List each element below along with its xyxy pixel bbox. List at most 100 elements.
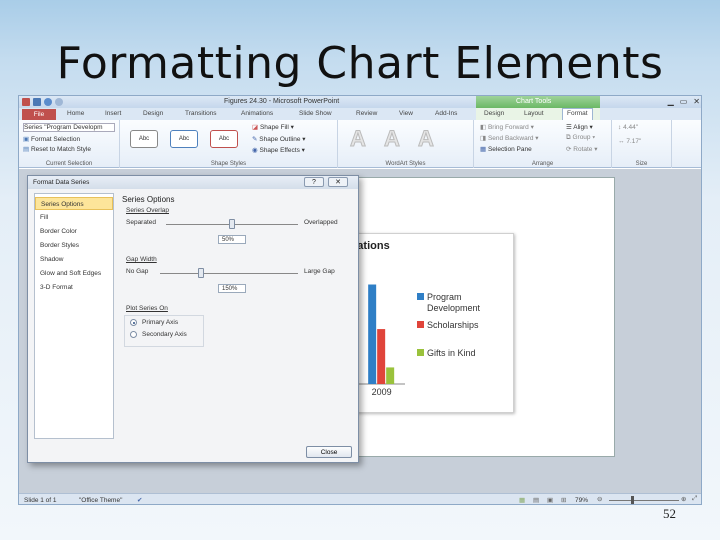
category-glow-soft-edges[interactable]: Glow and Soft Edges: [35, 267, 113, 280]
group-icon: ⧉: [566, 134, 571, 141]
tab-chart-design[interactable]: Design: [484, 110, 504, 117]
undo-icon[interactable]: [44, 98, 52, 106]
series-overlap-label: Series Overlap: [126, 207, 169, 214]
shape-effects-button[interactable]: ◉ Shape Effects ▾: [252, 146, 305, 154]
secondary-axis-radio[interactable]: [130, 331, 137, 338]
shape-style-preset-2[interactable]: Abc: [170, 130, 198, 148]
chart-element-dropdown[interactable]: Series "Program Developm: [23, 123, 115, 132]
bar-2009-2[interactable]: [386, 367, 395, 384]
window-title: Figures 24.30 - Microsoft PowerPoint: [224, 98, 340, 105]
spell-check-icon[interactable]: ✔: [137, 496, 142, 504]
status-bar: Slide 1 of 1 "Office Theme" ✔ ▦ ▤ ▣ ⊞ 79…: [19, 493, 701, 504]
tab-home[interactable]: Home: [67, 110, 84, 117]
align-button[interactable]: ☰ Align ▾: [566, 123, 593, 131]
tab-file[interactable]: File: [22, 109, 56, 120]
gap-width-slider-handle[interactable]: [198, 268, 205, 278]
bring-forward-button[interactable]: ◧ Bring Forward ▾: [480, 123, 534, 131]
shape-style-preset-1[interactable]: Abc: [130, 130, 158, 148]
wordart-styles-label: WordArt Styles: [385, 161, 426, 167]
normal-view-icon[interactable]: ▦: [519, 496, 525, 504]
dialog-help-button[interactable]: ?: [304, 177, 324, 187]
fit-to-window-icon[interactable]: ⤢: [692, 495, 697, 503]
dialog-category-list: Series Options Fill Border Color Border …: [34, 193, 114, 439]
format-selection-button[interactable]: ▣ Format Selection: [23, 135, 80, 143]
current-selection-label: Current Selection: [45, 161, 93, 167]
wordart-style-2[interactable]: A: [384, 126, 401, 152]
dialog-close-button[interactable]: Close: [306, 446, 352, 458]
gap-width-value-field[interactable]: 150%: [218, 284, 246, 293]
tab-view[interactable]: View: [399, 110, 413, 117]
slide-title: Formatting Chart Elements: [56, 38, 664, 89]
legend-swatch: [417, 293, 424, 300]
current-selection-group: Series "Program Developm ▣ Format Select…: [19, 120, 120, 168]
gap-slider-track[interactable]: [160, 273, 298, 274]
wordart-styles-group: A A A WordArt Styles: [338, 120, 474, 168]
reset-icon: ▤: [23, 146, 30, 153]
zoom-slider[interactable]: [609, 500, 679, 501]
secondary-axis-label: Secondary Axis: [142, 331, 187, 338]
category-shadow[interactable]: Shadow: [35, 253, 113, 266]
shape-outline-button[interactable]: ✎ Shape Outline ▾: [252, 135, 306, 143]
rotate-button[interactable]: ⟳ Rotate ▾: [566, 145, 598, 153]
wordart-style-3[interactable]: A: [418, 126, 435, 152]
rotate-icon: ⟳: [566, 146, 572, 153]
overlap-left-label: Separated: [126, 219, 156, 226]
overlap-slider-handle[interactable]: [229, 219, 235, 229]
window-titlebar: Figures 24.30 - Microsoft PowerPoint Cha…: [19, 96, 701, 108]
send-backward-button[interactable]: ◨ Send Backward ▾: [480, 134, 539, 142]
reading-view-icon[interactable]: ▣: [547, 496, 553, 504]
gap-right-label: Large Gap: [304, 268, 335, 275]
bar-2009-1[interactable]: [377, 329, 386, 384]
save-icon[interactable]: [33, 98, 41, 106]
tab-chart-format[interactable]: Format: [562, 108, 593, 120]
tab-add-ins[interactable]: Add-Ins: [435, 110, 457, 117]
legend-swatch: [417, 321, 424, 328]
shape-style-preset-3[interactable]: Abc: [210, 130, 238, 148]
app-icon[interactable]: [22, 98, 30, 106]
series-options-pane: Series Options Series Overlap Separated …: [120, 193, 348, 439]
tab-design[interactable]: Design: [143, 110, 163, 117]
zoom-level[interactable]: 79%: [575, 497, 588, 504]
zoom-out-icon[interactable]: ⊖: [597, 495, 602, 503]
group-button[interactable]: ⧉ Group ▾: [566, 134, 595, 142]
legend-label[interactable]: Development: [427, 303, 481, 313]
width-icon: ↔: [618, 138, 625, 145]
shape-width-field[interactable]: ↔ 7.17": [618, 138, 641, 145]
selection-pane-button[interactable]: ▦ Selection Pane: [480, 145, 532, 153]
primary-axis-label: Primary Axis: [142, 319, 179, 326]
close-icon[interactable]: ✕: [693, 97, 700, 106]
slide-sorter-icon[interactable]: ▤: [533, 496, 539, 504]
tab-insert[interactable]: Insert: [105, 110, 121, 117]
tab-transitions[interactable]: Transitions: [185, 110, 217, 117]
wordart-style-1[interactable]: A: [350, 126, 367, 152]
shape-height-field[interactable]: ↕ 4.44": [618, 124, 638, 131]
category-fill[interactable]: Fill: [35, 211, 113, 224]
tab-slide-show[interactable]: Slide Show: [299, 110, 332, 117]
reset-to-match-style-button[interactable]: ▤ Reset to Match Style: [23, 145, 91, 153]
zoom-in-icon[interactable]: ⊕: [681, 495, 686, 503]
category-border-color[interactable]: Border Color: [35, 225, 113, 238]
primary-axis-radio[interactable]: [130, 319, 137, 326]
legend-label[interactable]: Gifts in Kind: [427, 348, 476, 358]
zoom-slider-handle[interactable]: [631, 496, 634, 504]
maximize-icon[interactable]: ▭: [680, 97, 688, 106]
shape-fill-button[interactable]: ◪ Shape Fill ▾: [252, 123, 294, 131]
slideshow-view-icon[interactable]: ⊞: [561, 496, 566, 504]
series-options-heading: Series Options: [122, 195, 175, 204]
redo-icon[interactable]: [55, 98, 63, 106]
size-group: ↕ 4.44" ↔ 7.17" Size: [612, 120, 672, 168]
category-3d-format[interactable]: 3-D Format: [35, 281, 113, 294]
overlap-value-field[interactable]: 50%: [218, 235, 246, 244]
tab-animations[interactable]: Animations: [241, 110, 273, 117]
tab-review[interactable]: Review: [356, 110, 377, 117]
format-data-series-dialog: Format Data Series ? ✕ Series Options Fi…: [27, 175, 359, 463]
dialog-titlebar: Format Data Series ? ✕: [28, 176, 358, 189]
category-border-styles[interactable]: Border Styles: [35, 239, 113, 252]
dialog-close-x-button[interactable]: ✕: [328, 177, 348, 187]
legend-label[interactable]: Scholarships: [427, 320, 479, 330]
category-series-options[interactable]: Series Options: [35, 197, 113, 210]
legend-label[interactable]: Program: [427, 292, 462, 302]
tab-chart-layout[interactable]: Layout: [524, 110, 544, 117]
bar-2009-0[interactable]: [368, 284, 377, 384]
minimize-icon[interactable]: ▁: [668, 97, 674, 106]
